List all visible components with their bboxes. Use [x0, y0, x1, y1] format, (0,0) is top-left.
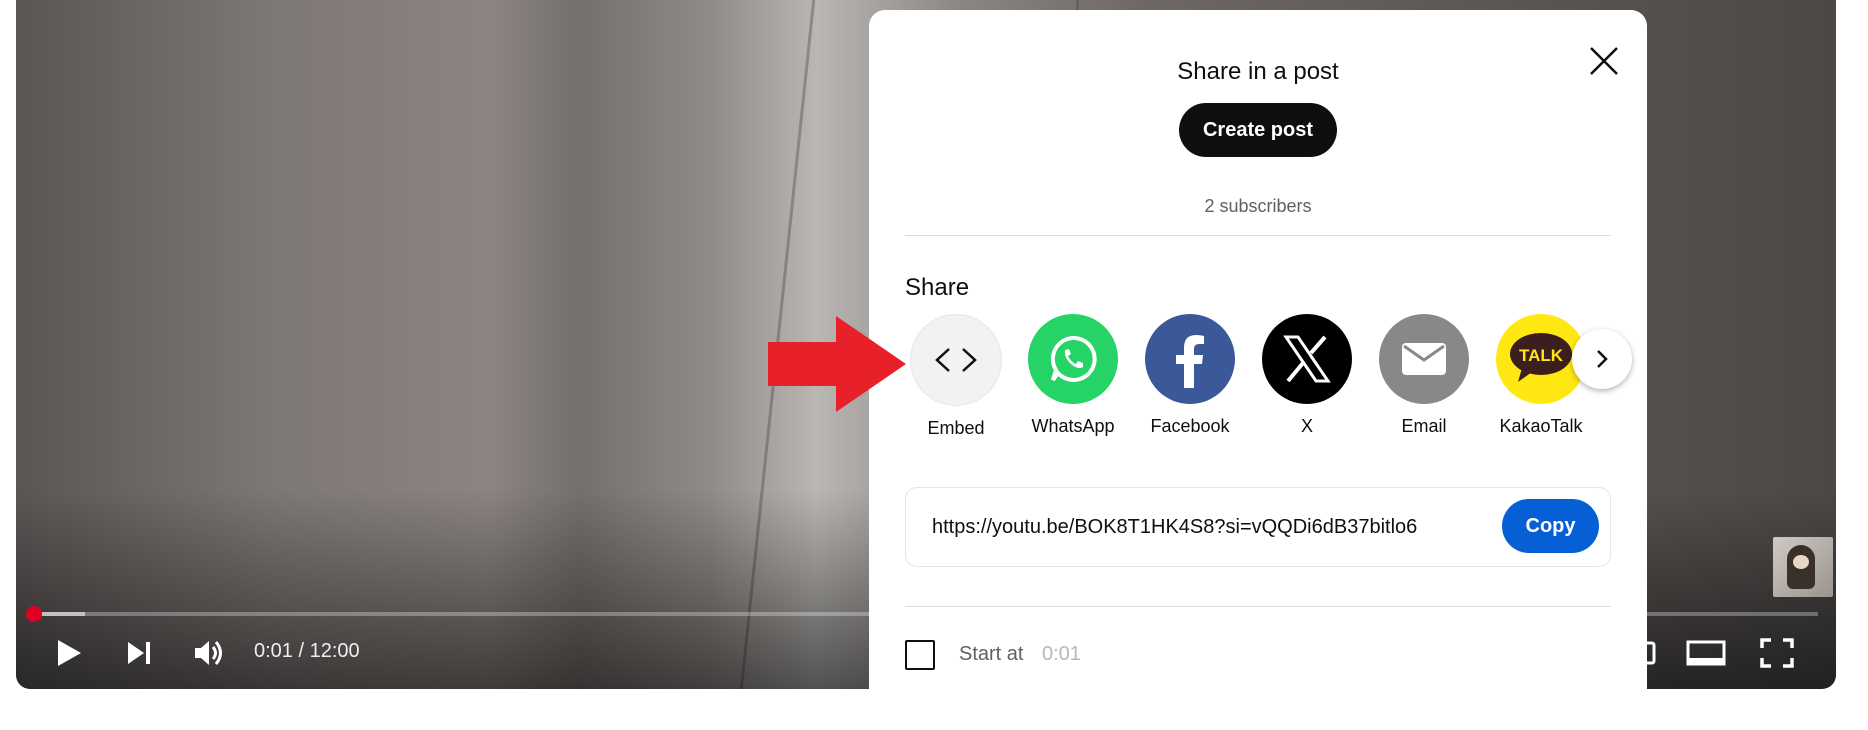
start-at-label: Start at	[959, 643, 1024, 665]
chevron-right-icon	[1597, 350, 1608, 368]
share-dialog: Share in a post Create post 2 subscriber…	[869, 10, 1647, 730]
subscriber-count: 2 subscribers	[1204, 196, 1312, 216]
embed-code-icon	[910, 314, 1002, 406]
play-button[interactable]	[52, 636, 86, 670]
share-next-button[interactable]	[1572, 329, 1632, 389]
fullscreen-button[interactable]	[1760, 636, 1794, 670]
email-icon	[1379, 314, 1469, 404]
divider	[905, 235, 1611, 236]
share-target-whatsapp[interactable]: WhatsApp	[1023, 314, 1123, 437]
share-target-facebook[interactable]: Facebook	[1140, 314, 1240, 437]
share-target-label: KakaoTalk	[1499, 416, 1583, 436]
next-button[interactable]	[122, 636, 156, 670]
theater-mode-button[interactable]	[1686, 636, 1726, 670]
watermark-face	[1793, 555, 1809, 569]
share-target-embed[interactable]: Embed	[906, 314, 1006, 439]
start-at-checkbox[interactable]	[905, 640, 935, 670]
time-display: 0:01 / 12:00	[254, 640, 360, 662]
share-target-label: WhatsApp	[1031, 416, 1115, 436]
whatsapp-icon	[1028, 314, 1118, 404]
share-target-label: X	[1300, 416, 1313, 436]
share-target-label: Facebook	[1150, 416, 1230, 436]
share-target-email[interactable]: Email	[1374, 314, 1474, 437]
share-heading: Share	[905, 274, 970, 301]
mute-button[interactable]	[192, 636, 226, 670]
share-target-label: Email	[1401, 416, 1447, 436]
channel-watermark[interactable]	[1773, 537, 1833, 597]
copy-button[interactable]: Copy	[1502, 499, 1599, 553]
facebook-icon	[1145, 314, 1235, 404]
share-target-label: Embed	[927, 418, 985, 438]
play-icon	[58, 640, 81, 666]
volume-icon	[195, 641, 222, 665]
scrubber-knob[interactable]	[26, 606, 42, 622]
fullscreen-icon	[1760, 638, 1794, 668]
divider	[905, 606, 1611, 607]
share-target-x[interactable]: X	[1257, 314, 1357, 437]
share-link-box: https://youtu.be/BOK8T1HK4S8?si=vQQDi6dB…	[905, 487, 1611, 567]
skip-next-icon	[128, 642, 150, 664]
post-title: Share in a post	[1177, 58, 1339, 85]
share-link[interactable]: https://youtu.be/BOK8T1HK4S8?si=vQQDi6dB…	[932, 516, 1417, 539]
theater-icon	[1686, 640, 1726, 666]
kakaotalk-badge-text: TALK	[1518, 346, 1564, 365]
create-post-button[interactable]: Create post	[1179, 103, 1337, 157]
red-arrow-annotation	[768, 316, 906, 412]
start-at-time-input[interactable]: 0:01	[1042, 643, 1081, 666]
x-logo-icon	[1262, 314, 1352, 404]
